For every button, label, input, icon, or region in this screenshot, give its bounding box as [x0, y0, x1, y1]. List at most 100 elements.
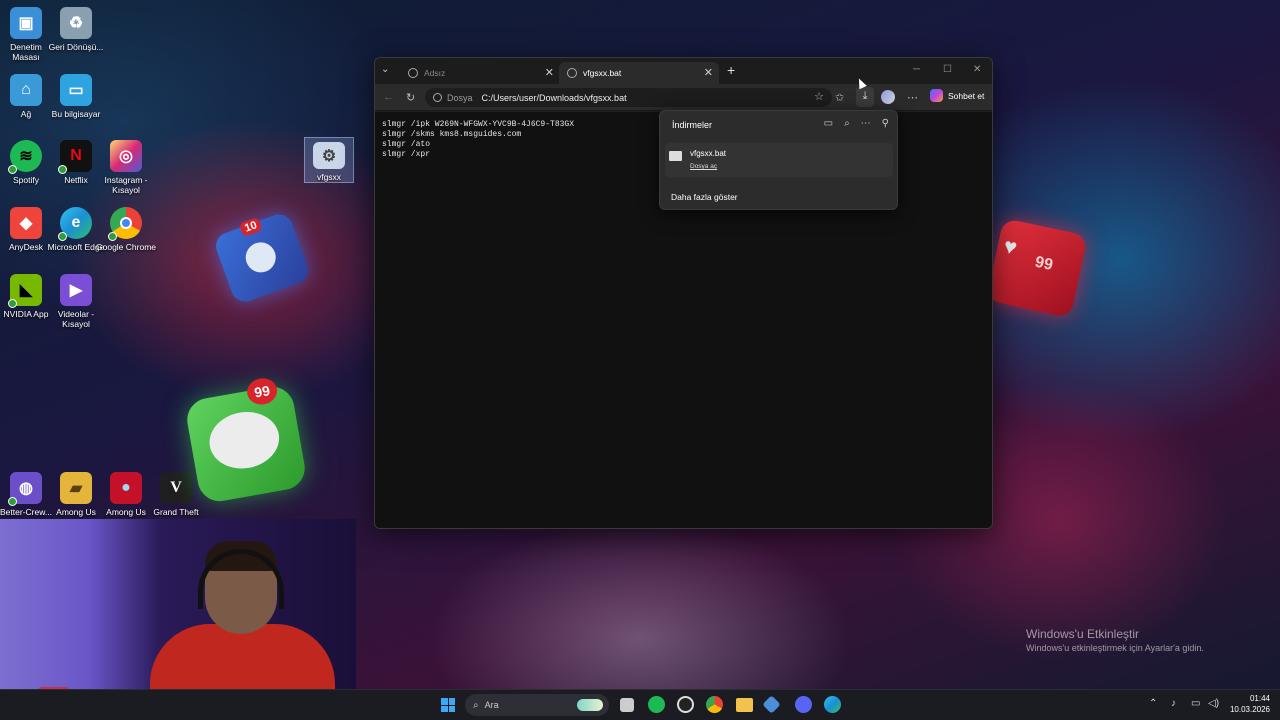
desktop-icon-nvidia[interactable]: ◣ NVIDIA App — [0, 274, 52, 319]
tray-overflow-icon[interactable]: ⌃ — [1149, 698, 1157, 709]
task-view-icon[interactable] — [620, 698, 634, 712]
desktop-icon-edge[interactable]: e Microsoft Edge — [48, 207, 104, 252]
wallpaper-messages-badge: 99 — [183, 375, 309, 505]
favorite-star-icon[interactable]: ☆ — [814, 90, 824, 103]
downloads-title: İndirmeler — [672, 120, 713, 130]
webcam-overlay — [0, 519, 356, 689]
desktop-icon-this-pc[interactable]: ▭ Bu bilgisayar — [50, 74, 102, 119]
tab-actions-chevron-icon[interactable]: ⌄ — [381, 64, 389, 75]
profile-avatar[interactable] — [881, 90, 895, 104]
desktop-icon-spotify[interactable]: ≋ Spotify — [0, 140, 52, 185]
tab-vfgsxx[interactable]: vfgsxx.bat ✕ — [559, 62, 719, 84]
info-icon[interactable] — [433, 93, 442, 102]
netflix-icon: N — [58, 140, 92, 174]
pin-icon[interactable]: ⚲ — [882, 118, 889, 129]
wallpaper-heart-badge: ♥ 99 — [986, 217, 1088, 319]
taskbar-search[interactable]: ⌕ Ara — [465, 694, 609, 716]
downloads-button[interactable]: ⤓ — [856, 87, 874, 107]
app-taskbar-icon[interactable] — [762, 695, 781, 714]
close-tab-icon[interactable]: ✕ — [545, 66, 554, 79]
favorites-icon[interactable]: ✩ — [835, 91, 844, 104]
discord-taskbar-icon[interactable] — [795, 696, 812, 713]
code-line: slmgr /xpr — [382, 150, 431, 159]
desktop-icon-denetim-masasi[interactable]: ▣ Denetim Masası — [0, 7, 52, 62]
desktop-icon-label: Geri Dönüşü... — [48, 42, 104, 52]
desktop-icon-recycle-bin[interactable]: ♻ Geri Dönüşü... — [49, 7, 103, 52]
volume-icon[interactable]: ◁) — [1208, 698, 1219, 709]
minimize-icon[interactable]: ─ — [913, 64, 920, 75]
download-file-name: vfgsxx.bat — [690, 149, 727, 158]
file-explorer-icon[interactable] — [736, 698, 753, 712]
edge-icon: e — [58, 207, 92, 241]
recycle-bin-icon: ♻ — [60, 7, 92, 39]
spotify-taskbar-icon[interactable] — [648, 696, 665, 713]
desktop-icon-label: Videolar - Kısayol — [57, 309, 95, 329]
better-crewlink-icon: ◍ — [8, 472, 42, 506]
search-icon[interactable]: ⌕ — [844, 118, 850, 129]
more-options-icon[interactable]: ⋯ — [861, 118, 871, 129]
open-file-link[interactable]: Dosya aç — [690, 163, 717, 170]
folder-icon: ▰ — [60, 472, 92, 504]
spotify-icon: ≋ — [8, 140, 42, 174]
copilot-icon — [930, 89, 943, 102]
obs-taskbar-icon[interactable] — [677, 696, 694, 713]
desktop-icon-among-us[interactable]: ● Among Us — [100, 472, 152, 517]
messages-notification-count: 99 — [245, 375, 280, 407]
tab-untitled[interactable]: Adsız ✕ — [400, 62, 560, 84]
search-highlight-icon — [577, 699, 603, 711]
code-line: slmgr /ato — [382, 140, 431, 149]
close-tab-icon[interactable]: ✕ — [704, 66, 713, 79]
activation-watermark-subtitle: Windows'u etkinleştirmek için Ayarlar'a … — [1026, 643, 1204, 653]
new-tab-button[interactable]: + — [727, 62, 735, 78]
among-us-icon: ● — [110, 472, 142, 504]
clock[interactable]: 01:44 10.03.2026 — [1226, 693, 1270, 715]
taskbar: ⌕ Ara ⌃ ♪ ▭ ◁) 01:44 10.03.2026 — [0, 689, 1280, 720]
maximize-icon[interactable]: ☐ — [943, 64, 952, 75]
download-item[interactable]: vfgsxx.bat Dosya aç — [665, 143, 893, 177]
microphone-icon[interactable]: ♪ — [1171, 698, 1176, 709]
more-menu-icon[interactable]: ⋯ — [907, 91, 918, 104]
refresh-icon[interactable]: ↻ — [406, 91, 415, 104]
start-button[interactable] — [441, 698, 455, 712]
show-more-link[interactable]: Daha fazla göster — [671, 192, 738, 202]
file-icon — [669, 151, 682, 161]
desktop-icon-netflix[interactable]: N Netflix — [50, 140, 102, 185]
desktop-icon-network[interactable]: ⌂ Ağ — [0, 74, 52, 119]
desktop-icon-videolar[interactable]: ▶ Videolar - Kısayol — [50, 274, 102, 329]
copilot-chat-button[interactable]: Sohbet et — [930, 89, 984, 102]
address-bar[interactable]: Dosya C:/Users/user/Downloads/vfgsxx.bat… — [425, 88, 832, 107]
videos-icon: ▶ — [60, 274, 92, 306]
address-url[interactable]: C:/Users/user/Downloads/vfgsxx.bat — [482, 93, 627, 103]
tab-label: vfgsxx.bat — [583, 68, 622, 78]
edge-taskbar-icon[interactable] — [824, 696, 841, 713]
chrome-icon — [108, 207, 142, 241]
activation-watermark-title: Windows'u Etkinleştir — [1026, 627, 1139, 641]
file-text: slmgr /ipk W269N-WFGWX-YVC9B-4J6C9-T83GX… — [382, 120, 574, 160]
desktop-icon-chrome[interactable]: Google Chrome — [96, 207, 156, 252]
desktop-icon-among-us-folder[interactable]: ▰ Among Us — [50, 472, 102, 517]
desktop-icon-better-crewlink[interactable]: ◍ Better-Crew... — [0, 472, 52, 517]
phone-notification-count: 10 — [238, 216, 263, 237]
display-icon[interactable]: ▭ — [1191, 698, 1200, 709]
search-placeholder: Ara — [484, 700, 499, 710]
heart-notification-count: 99 — [1033, 253, 1055, 275]
network-icon: ⌂ — [10, 74, 42, 106]
desktop-icon-gta-v[interactable]: V Grand Theft Auto V — [150, 472, 202, 517]
desktop-icon-instagram[interactable]: ◎ Instagram - Kısayol — [100, 140, 152, 195]
desktop-icon-vfgsxx[interactable]: ⚙ vfgsxx — [304, 137, 354, 183]
gta-v-icon: V — [160, 472, 192, 504]
computer-icon: ▭ — [60, 74, 92, 106]
desktop-icon-anydesk[interactable]: ◆ AnyDesk — [0, 207, 52, 252]
browser-toolbar: ← ↻ Dosya C:/Users/user/Downloads/vfgsxx… — [375, 84, 992, 111]
nvidia-icon: ◣ — [8, 274, 42, 308]
clock-time: 01:44 — [1249, 694, 1270, 703]
close-window-icon[interactable]: ✕ — [973, 64, 981, 75]
chrome-taskbar-icon[interactable] — [706, 696, 723, 713]
desktop-icon-label: vfgsxx — [316, 172, 342, 182]
code-line: slmgr /skms kms8.msguides.com — [382, 130, 522, 139]
instagram-icon: ◎ — [110, 140, 142, 172]
back-arrow-icon[interactable]: ← — [383, 91, 394, 103]
open-folder-icon[interactable]: ▭ — [824, 118, 833, 129]
globe-icon — [408, 68, 418, 78]
tab-label: Adsız — [424, 68, 446, 78]
